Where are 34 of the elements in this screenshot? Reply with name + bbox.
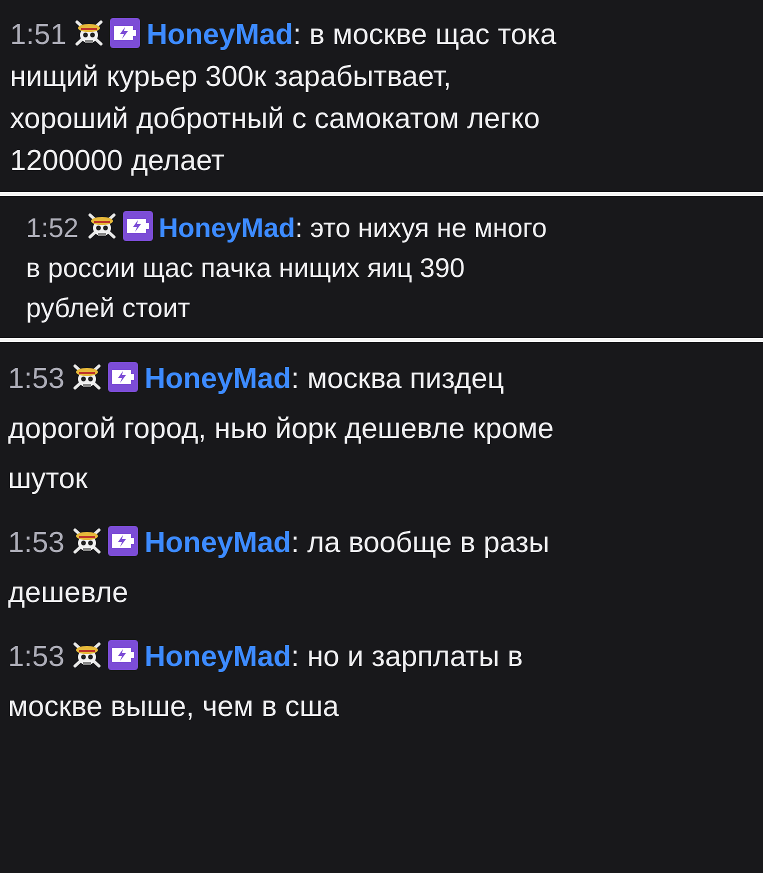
timestamp: 1:53 <box>8 527 64 559</box>
message-text: : москва пиздец <box>291 363 504 395</box>
skull-icon <box>74 18 104 48</box>
message-text: : но и зарплаты в <box>291 641 523 673</box>
battery-badge-icon <box>122 211 153 241</box>
skull-icon <box>86 211 117 241</box>
battery-badge-icon <box>108 362 138 392</box>
message-text: в россии щас пачка нищих яиц 390 <box>26 252 465 285</box>
message-text: рублей стоит <box>26 292 190 325</box>
username[interactable]: HoneyMad <box>144 641 292 673</box>
skull-icon <box>72 362 102 392</box>
timestamp: 1:53 <box>8 363 64 395</box>
message-text: дорогой город, нью йорк дешевле кроме <box>8 412 554 447</box>
username[interactable]: HoneyMad <box>144 363 292 395</box>
timestamp: 1:53 <box>8 641 64 673</box>
battery-badge-icon <box>108 640 138 670</box>
timestamp: 1:52 <box>26 213 79 243</box>
message-text: : это нихуя не много <box>295 213 547 243</box>
message-text: хороший добротный с самокатом легко <box>10 102 540 137</box>
username[interactable]: HoneyMad <box>144 527 292 559</box>
username[interactable]: HoneyMad <box>146 19 294 51</box>
timestamp: 1:51 <box>10 19 66 51</box>
message-text: шуток <box>8 462 88 497</box>
message-text: дешевле <box>8 576 128 611</box>
message-text: москве выше, чем в сша <box>8 690 339 725</box>
message-text: 1200000 делает <box>10 144 225 179</box>
message-text: нищий курьер 300к зарабытвает, <box>10 60 452 95</box>
message-text: : ла вообще в разы <box>291 527 550 559</box>
battery-badge-icon <box>108 526 138 556</box>
username[interactable]: HoneyMad <box>158 213 296 243</box>
battery-badge-icon <box>110 18 140 48</box>
skull-icon <box>72 526 102 556</box>
message-text: : в москве щас тока <box>293 19 556 51</box>
skull-icon <box>72 640 102 670</box>
